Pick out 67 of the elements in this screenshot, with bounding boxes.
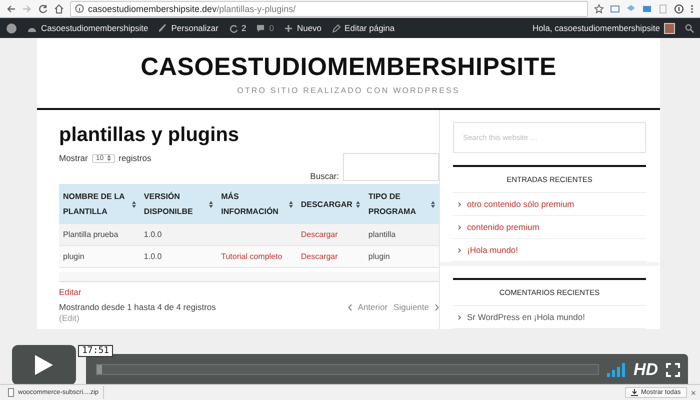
- bullet-icon: [458, 224, 461, 230]
- comments-link[interactable]: 0: [256, 23, 274, 33]
- edit-link[interactable]: Editar: [59, 287, 439, 298]
- table-cell: Plantilla prueba: [59, 224, 140, 246]
- post-link[interactable]: ¡Hola mundo!: [467, 245, 518, 255]
- time-tooltip: 17:51: [78, 345, 114, 357]
- table-cell: 1.0.0: [140, 224, 218, 246]
- plus-icon: [284, 24, 293, 32]
- hd-button[interactable]: HD: [633, 360, 658, 380]
- post-link[interactable]: contenido premium: [467, 222, 540, 232]
- sort-icon[interactable]: [356, 200, 360, 208]
- pencil-icon: [332, 24, 341, 32]
- table-cell: plantilla: [364, 224, 439, 246]
- sort-icon[interactable]: [288, 200, 293, 208]
- refresh-icon: [228, 24, 238, 32]
- chevron-left-icon[interactable]: [348, 304, 352, 311]
- customize-link[interactable]: Personalizar: [158, 23, 218, 33]
- star-icon[interactable]: [594, 4, 604, 14]
- speech-bubble-icon: [256, 24, 266, 32]
- bullet-icon: [458, 314, 461, 320]
- entries-label: registros: [118, 153, 152, 163]
- table-cell: plugin: [59, 246, 140, 268]
- new-link[interactable]: Nuevo: [284, 23, 322, 33]
- reload-icon[interactable]: [38, 4, 48, 14]
- bullet-icon: [458, 202, 461, 206]
- table-link[interactable]: Descargar: [296, 224, 364, 246]
- table-cell: plugin: [364, 246, 439, 268]
- close-button[interactable]: ×: [690, 388, 696, 398]
- post-link[interactable]: otro contenido sólo premium: [467, 199, 574, 209]
- previous-link[interactable]: Anterior: [358, 302, 388, 312]
- sort-icon[interactable]: [209, 200, 214, 208]
- updates-link[interactable]: 2: [228, 23, 246, 33]
- sort-icon[interactable]: [132, 200, 136, 208]
- file-icon: [8, 388, 14, 397]
- download-icon: [630, 389, 638, 396]
- table-link[interactable]: Descargar: [296, 246, 364, 268]
- site-title[interactable]: CASOESTUDIOMEMBERSHIPSITE: [140, 53, 556, 82]
- show-label: Mostrar: [59, 153, 88, 163]
- info-icon: [75, 4, 84, 13]
- home-icon[interactable]: [54, 4, 64, 14]
- menu-icon[interactable]: [690, 4, 694, 14]
- chevron-right-icon[interactable]: [435, 304, 439, 311]
- bullet-icon: [458, 248, 461, 252]
- play-icon: [35, 355, 53, 375]
- extension-icon[interactable]: [674, 4, 684, 14]
- address-bar[interactable]: casoestudiomembershipsite.dev/plantillas-y-plugins/: [70, 0, 588, 16]
- search-label: Buscar:: [310, 171, 339, 181]
- search-icon[interactable]: [685, 24, 694, 32]
- signal-bars-icon[interactable]: [607, 362, 626, 376]
- table-link[interactable]: Tutorial completo: [217, 246, 297, 268]
- updown-caret-icon: [106, 155, 111, 161]
- site-tagline: OTRO SITIO REALIZADO CON WORDPRESS: [237, 86, 460, 95]
- back-icon[interactable]: [6, 4, 16, 14]
- next-link[interactable]: Siguiente: [394, 302, 429, 312]
- table-cell: 1.0.0: [140, 246, 218, 268]
- sort-icon[interactable]: [431, 200, 435, 208]
- page-title: plantillas y plugins: [59, 124, 240, 147]
- brush-icon: [158, 24, 168, 32]
- search-field[interactable]: [343, 153, 439, 181]
- url-text: casoestudiomembershipsite.dev/plantillas-y-plugins/: [88, 4, 296, 14]
- fullscreen-icon[interactable]: [666, 362, 680, 376]
- account-link[interactable]: Hola, casoestudiomembershipsite: [532, 22, 675, 34]
- comment-text: Sr WordPress en ¡Hola mundo!: [467, 312, 585, 322]
- play-button[interactable]: [12, 345, 76, 385]
- site-link[interactable]: Casoestudiomembershipsite: [27, 23, 148, 33]
- entries-info: Mostrando desde 1 hasta 4 de 4 registros: [59, 302, 216, 312]
- edit-page-link[interactable]: Editar página: [332, 23, 395, 33]
